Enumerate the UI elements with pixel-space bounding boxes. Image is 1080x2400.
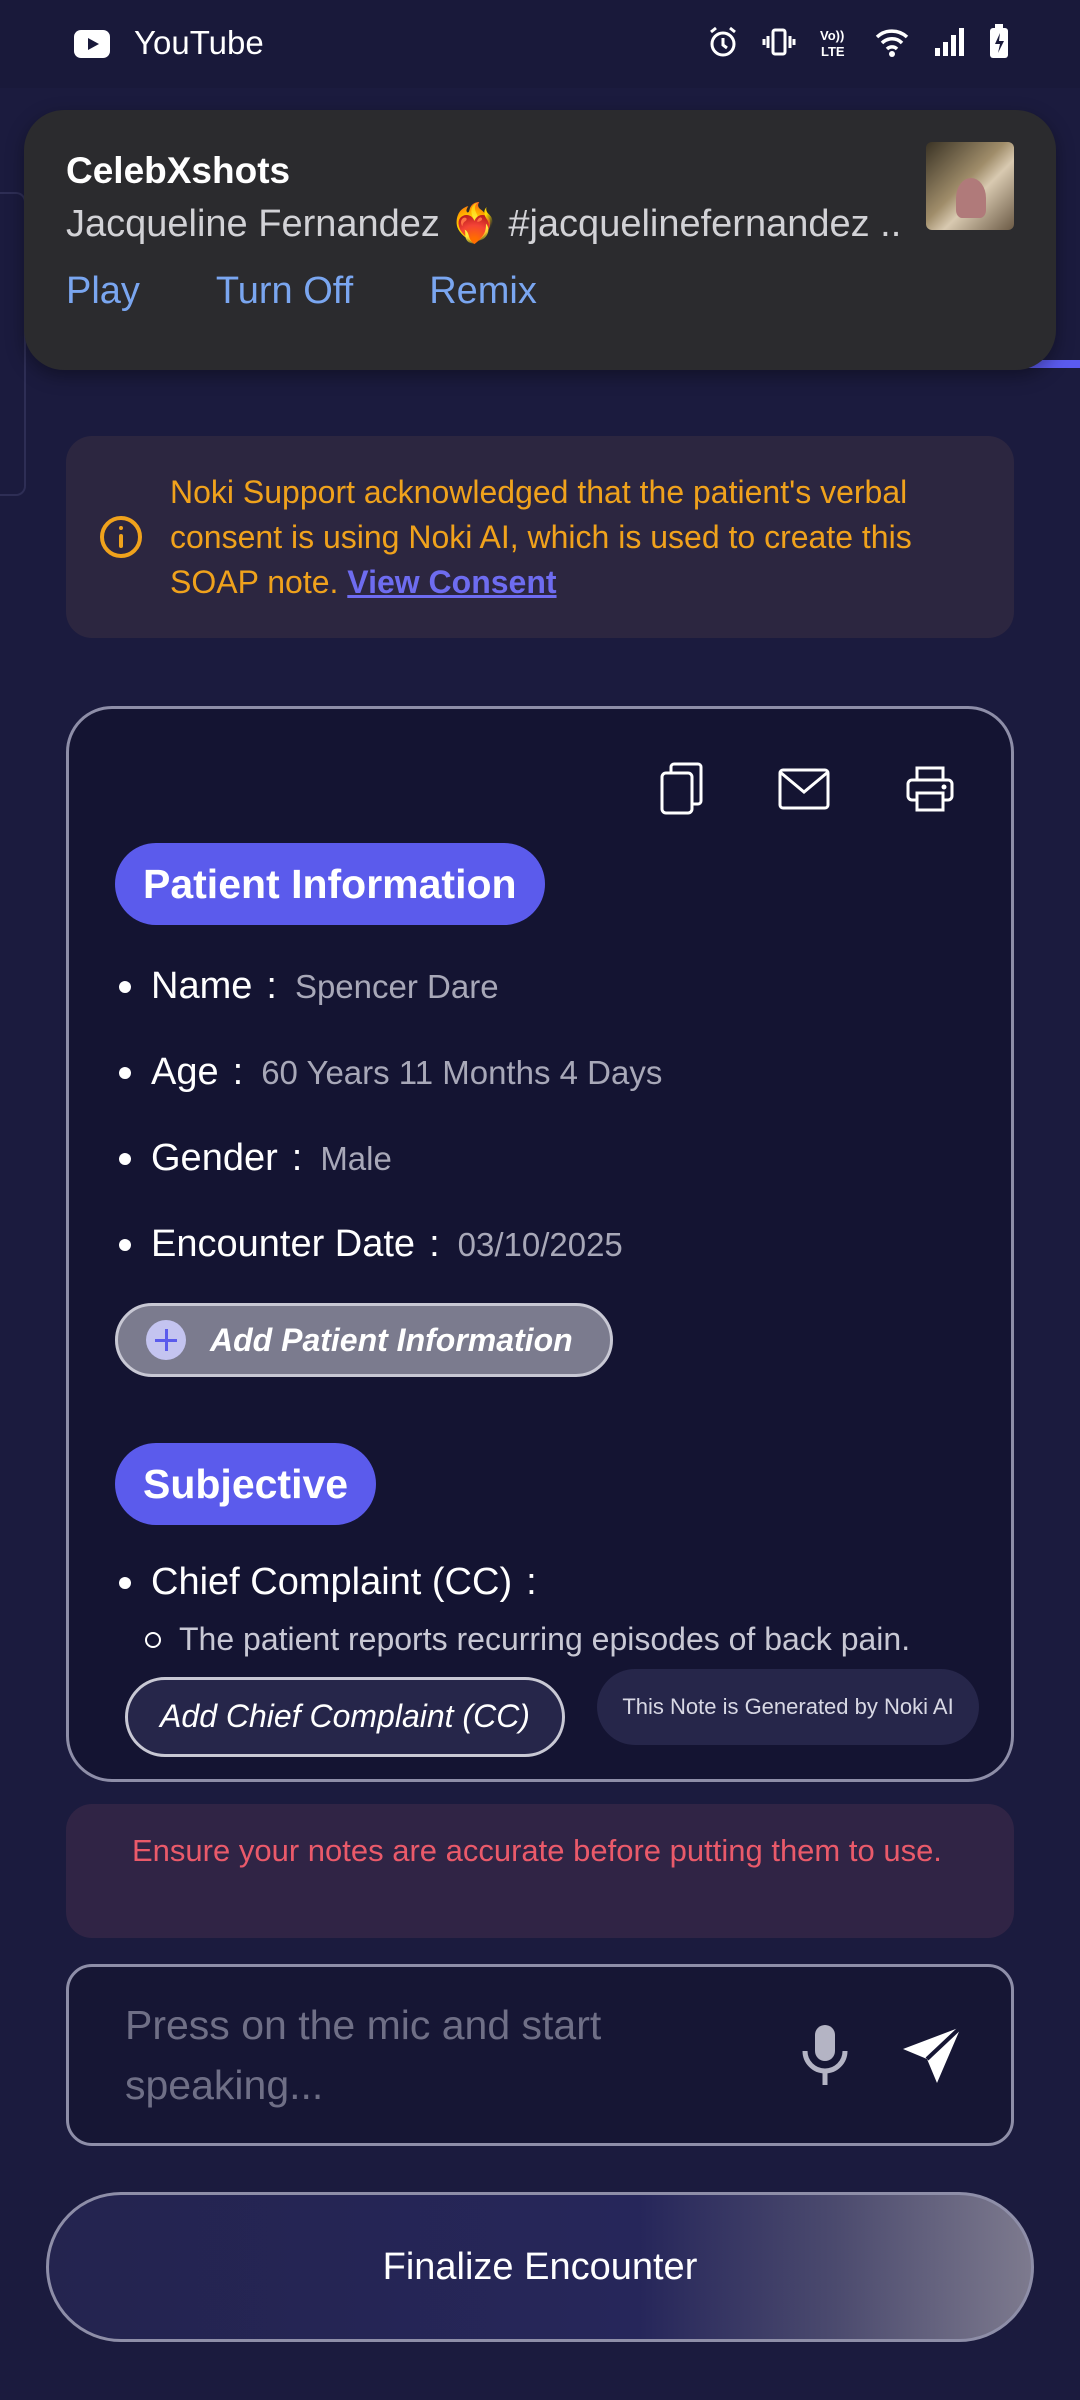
- vibrate-icon: [762, 28, 796, 56]
- media-notification[interactable]: CelebXshots Jacqueline Fernandez ❤️‍🔥 #j…: [24, 110, 1056, 370]
- print-icon: [906, 766, 954, 812]
- add-patient-information-button[interactable]: Add Patient Information: [115, 1303, 613, 1377]
- plus-circle-icon: [146, 1320, 186, 1360]
- soap-note-card: Patient Information Name : Spencer Dare …: [66, 706, 1014, 1782]
- subjective-heading: Subjective: [115, 1443, 377, 1525]
- add-chief-complaint-button[interactable]: Add Chief Complaint (CC): [125, 1677, 565, 1757]
- signal-icon: [935, 28, 964, 56]
- colon: :: [526, 1561, 537, 1603]
- status-icons: Vo)) LTE: [706, 24, 1010, 60]
- bullet: [119, 1576, 131, 1589]
- gender-value: Male: [320, 1139, 392, 1177]
- input-placeholder: Press on the mic and start speaking...: [125, 2002, 602, 2108]
- chief-complaint-item: The patient reports recurring episodes o…: [145, 1621, 910, 1658]
- youtube-icon: [74, 30, 110, 58]
- svg-text:LTE: LTE: [821, 44, 845, 59]
- consent-banner: Noki Support acknowledged that the patie…: [66, 436, 1014, 638]
- bullet: [119, 1066, 131, 1079]
- dictation-input[interactable]: Press on the mic and start speaking...: [66, 1964, 1014, 2146]
- consent-text: Noki Support acknowledged that the patie…: [170, 470, 990, 605]
- patient-age-row: Age : 60 Years 11 Months 4 Days: [119, 1051, 662, 1094]
- colon: :: [266, 965, 277, 1007]
- name-label: Name: [151, 965, 253, 1007]
- mail-icon: [778, 768, 830, 810]
- chief-complaint-row: Chief Complaint (CC) :: [119, 1561, 555, 1604]
- volte-icon: Vo))LTE: [820, 28, 845, 59]
- mic-icon: [802, 2025, 848, 2085]
- warning-text: Ensure your notes are accurate before pu…: [132, 1833, 942, 1868]
- patient-information-heading: Patient Information: [115, 843, 545, 925]
- name-value: Spencer Dare: [294, 967, 499, 1005]
- chief-complaint-label: Chief Complaint (CC): [151, 1561, 513, 1603]
- colon: :: [291, 1137, 303, 1179]
- print-button[interactable]: [905, 765, 955, 813]
- finalize-encounter-button[interactable]: Finalize Encounter: [46, 2192, 1034, 2342]
- play-action[interactable]: Play: [66, 270, 140, 313]
- patient-name-row: Name : Spencer Dare: [119, 965, 499, 1008]
- info-icon: [100, 516, 142, 558]
- encounter-date-value: 03/10/2025: [457, 1225, 623, 1263]
- notification-title: CelebXshots: [66, 150, 291, 191]
- copy-button[interactable]: [659, 761, 705, 817]
- battery-icon: [990, 24, 1008, 58]
- encounter-date-row: Encounter Date : 03/10/2025: [119, 1223, 623, 1266]
- chief-complaint-text: The patient reports recurring episodes o…: [179, 1621, 911, 1657]
- svg-text:Vo)): Vo)): [820, 28, 844, 43]
- send-icon: [903, 2025, 963, 2083]
- bullet: [119, 1152, 131, 1165]
- sub-bullet: [145, 1631, 161, 1648]
- email-button[interactable]: [777, 767, 831, 811]
- alarm-icon: [710, 26, 736, 57]
- bullet: [119, 1238, 131, 1251]
- wifi-icon: [875, 29, 909, 57]
- encounter-date-label: Encounter Date: [151, 1223, 416, 1265]
- copy-icon: [660, 762, 703, 815]
- remix-action[interactable]: Remix: [429, 270, 537, 313]
- send-button[interactable]: [899, 2023, 965, 2094]
- view-consent-link[interactable]: View Consent: [347, 564, 556, 600]
- generated-by-badge: This Note is Generated by Noki AI: [597, 1669, 979, 1745]
- notification-thumbnail: [926, 142, 1014, 230]
- age-label: Age: [151, 1051, 219, 1093]
- status-bar: YouTube Vo)) LTE: [0, 0, 1080, 88]
- colon: :: [232, 1051, 244, 1093]
- notification-text: Jacqueline Fernandez ❤️‍🔥 #jacquelinefer…: [66, 203, 902, 245]
- bullet: [119, 980, 131, 993]
- patient-gender-row: Gender : Male: [119, 1137, 392, 1180]
- notification-actions: Play Turn Off Remix: [66, 270, 537, 313]
- colon: :: [429, 1223, 440, 1265]
- age-value: 60 Years 11 Months 4 Days: [261, 1053, 663, 1091]
- background-panel-edge: [0, 192, 26, 496]
- accuracy-warning: Ensure your notes are accurate before pu…: [66, 1804, 1014, 1938]
- turn-off-action[interactable]: Turn Off: [216, 270, 353, 313]
- mic-button[interactable]: [799, 2023, 851, 2094]
- add-patient-information-label: Add Patient Information: [210, 1321, 573, 1358]
- gender-label: Gender: [151, 1137, 278, 1179]
- status-app-name: YouTube: [134, 24, 264, 61]
